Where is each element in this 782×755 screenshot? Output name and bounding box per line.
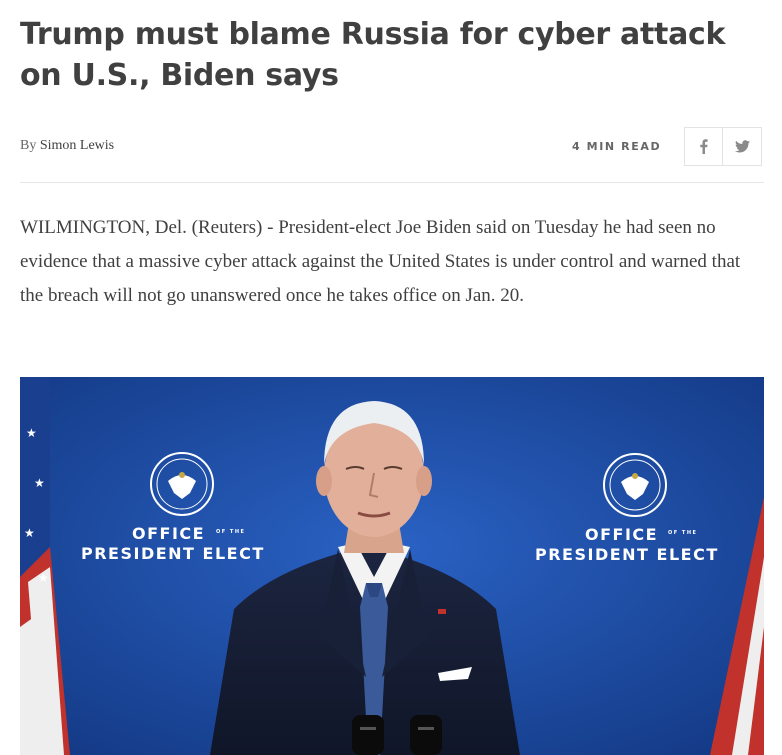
divider [20, 182, 764, 183]
article-headline: Trump must blame Russia for cyber attack… [20, 17, 726, 93]
svg-text:★: ★ [26, 426, 37, 440]
facebook-icon [700, 139, 708, 154]
share-facebook-button[interactable] [684, 127, 723, 166]
article-lede: WILMINGTON, Del. (Reuters) - President-e… [20, 217, 741, 306]
author-link[interactable]: Simon Lewis [40, 138, 114, 153]
svg-text:★: ★ [24, 526, 35, 540]
backdrop-left-office: OFFICE [132, 524, 205, 543]
backdrop-left-president-elect: PRESIDENT ELECT [81, 544, 265, 563]
read-time: 4 MIN READ [572, 140, 662, 153]
backdrop-right-of-the: OF THE [668, 530, 697, 536]
svg-text:★: ★ [38, 571, 49, 585]
backdrop-right-office: OFFICE [585, 525, 658, 544]
backdrop-left-of-the: OF THE [216, 529, 245, 535]
share-twitter-button[interactable] [723, 127, 762, 166]
byline-prefix: By [20, 138, 37, 153]
photo-illustration: ★ ★ ★ ★ OFFICE OF THE PRESIDENT ELECT OF… [20, 377, 764, 755]
article-photo[interactable]: ★ ★ ★ ★ OFFICE OF THE PRESIDENT ELECT OF… [20, 377, 764, 755]
byline: By Simon Lewis [20, 138, 114, 154]
twitter-icon [734, 140, 750, 153]
svg-text:★: ★ [34, 476, 45, 490]
backdrop-right-president-elect: PRESIDENT ELECT [535, 545, 719, 564]
byline-row: By Simon Lewis 4 MIN READ [20, 127, 764, 167]
